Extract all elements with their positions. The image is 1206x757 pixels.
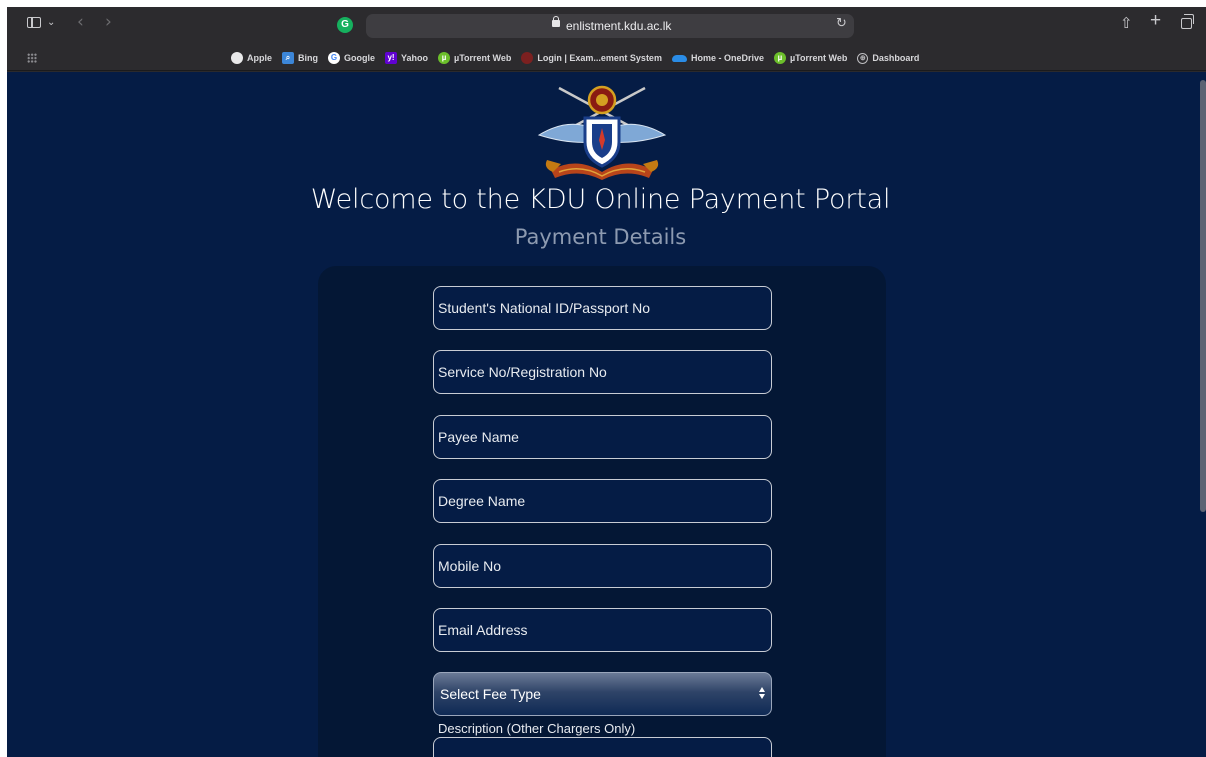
bookmark-google[interactable]: G Google — [328, 50, 375, 66]
bookmark-utorrent-2[interactable]: µ µTorrent Web — [773, 50, 848, 66]
bookmark-label: Apple — [247, 53, 273, 63]
page-title: Welcome to the KDU Online Payment Portal — [310, 184, 891, 215]
google-icon: G — [328, 52, 341, 64]
bookmark-utorrent[interactable]: µ µTorrent Web — [438, 50, 511, 66]
mobile-number-input[interactable]: Mobile No — [433, 544, 772, 588]
select-updown-icon — [759, 687, 765, 701]
bookmark-label: Yahoo — [401, 53, 429, 63]
bookmarks-bar: Apple ⌕ Bing G Google y! Yahoo µ µTorrent We… — [7, 47, 1206, 71]
login-icon — [521, 52, 534, 64]
globe-icon: ⊕ — [857, 52, 869, 64]
address-bar[interactable]: enlistment.kdu.ac.lk ↻ — [366, 14, 854, 38]
onedrive-icon — [672, 52, 687, 64]
email-address-input[interactable]: Email Address — [433, 608, 772, 652]
browser-toolbar: ⌄ ‹ › G enlistment.kdu.ac.lk ↻ ⇧ + — [7, 7, 1206, 47]
share-icon[interactable]: ⇧ — [1120, 13, 1133, 33]
address-url: enlistment.kdu.ac.lk — [566, 19, 672, 33]
sidebar-toggle-icon[interactable] — [27, 17, 41, 28]
page-scrollbar[interactable] — [1200, 80, 1206, 512]
bookmark-dashboard[interactable]: ⊕ Dashboard — [857, 50, 919, 66]
bookmark-label: Bing — [298, 53, 319, 63]
reload-icon[interactable]: ↻ — [836, 16, 847, 31]
apple-icon — [231, 52, 243, 64]
bookmark-label: Login | Exam...ement System — [537, 53, 662, 63]
payee-name-input[interactable]: Payee Name — [433, 415, 772, 459]
nic-passport-input[interactable]: Student's National ID/Passport No — [433, 286, 772, 330]
tab-overview-icon[interactable] — [1181, 14, 1194, 29]
degree-name-input[interactable]: Degree Name — [433, 479, 772, 523]
browser-window: ⌄ ‹ › G enlistment.kdu.ac.lk ↻ ⇧ + Apple… — [7, 7, 1206, 757]
bookmark-label: µTorrent Web — [789, 53, 848, 63]
bookmark-label: Google — [344, 53, 376, 63]
fee-type-select[interactable]: Select Fee Type — [433, 672, 772, 716]
bookmark-list: Apple ⌕ Bing G Google y! Yahoo µ µTorrent We… — [231, 50, 919, 66]
fee-type-selected-value: Select Fee Type — [440, 686, 541, 702]
bookmark-apple[interactable]: Apple — [231, 50, 272, 66]
new-tab-icon[interactable]: + — [1150, 11, 1161, 31]
description-textarea[interactable] — [433, 737, 772, 757]
bookmark-login-exam[interactable]: Login | Exam...ement System — [521, 50, 662, 66]
bookmark-yahoo[interactable]: y! Yahoo — [385, 50, 428, 66]
forward-arrow-icon[interactable]: › — [105, 12, 112, 32]
utorrent-icon: µ — [438, 52, 451, 64]
bookmark-label: Home - OneDrive — [690, 53, 764, 63]
back-arrow-icon[interactable]: ‹ — [77, 12, 84, 32]
description-label: Description (Other Chargers Only) — [438, 721, 636, 736]
chevron-down-icon[interactable]: ⌄ — [47, 13, 55, 33]
kdu-crest-logo — [537, 85, 667, 180]
yahoo-icon: y! — [385, 52, 398, 64]
app-grid-icon[interactable] — [27, 53, 37, 63]
bookmark-label: µTorrent Web — [454, 53, 512, 63]
page-viewport: Welcome to the KDU Online Payment Portal… — [7, 72, 1206, 757]
bookmark-onedrive[interactable]: Home - OneDrive — [672, 50, 764, 66]
lock-icon — [552, 16, 560, 27]
utorrent-icon: µ — [773, 52, 786, 64]
bookmark-bing[interactable]: ⌕ Bing — [282, 50, 318, 66]
service-registration-input[interactable]: Service No/Registration No — [433, 350, 772, 394]
bookmark-label: Dashboard — [872, 53, 920, 63]
bing-icon: ⌕ — [282, 52, 295, 64]
grammarly-extension-icon[interactable]: G — [337, 17, 353, 33]
page-subtitle: Payment Details — [514, 225, 687, 249]
